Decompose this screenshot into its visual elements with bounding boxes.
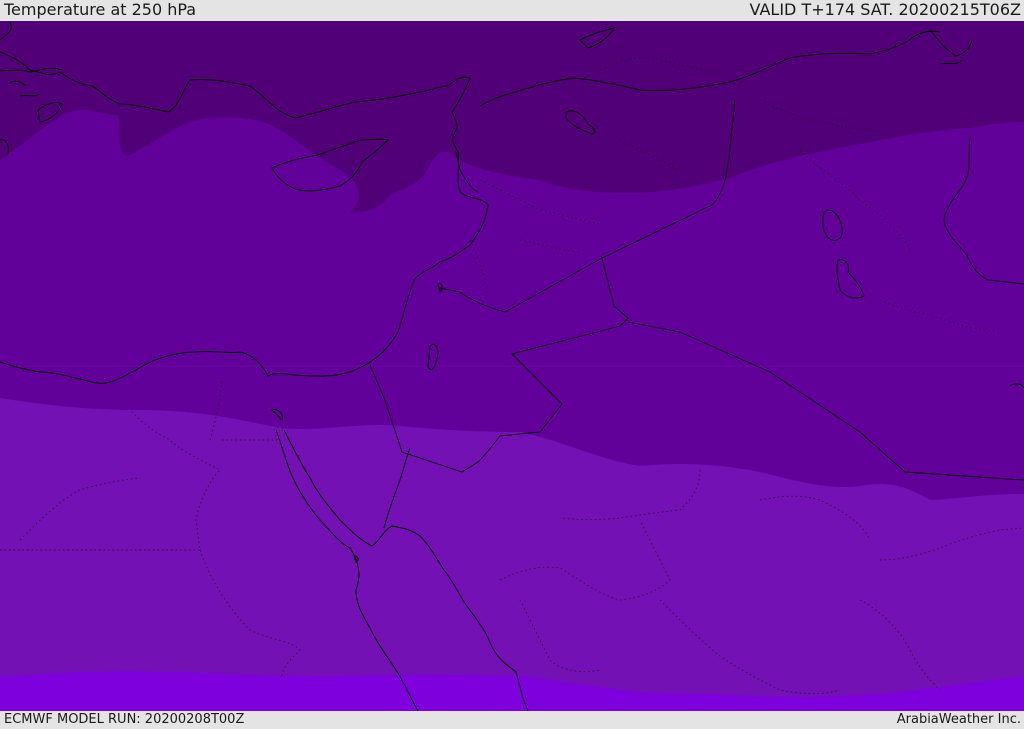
map-header: Temperature at 250 hPa VALID T+174 SAT. … xyxy=(0,0,1024,21)
map-title: Temperature at 250 hPa xyxy=(4,0,197,19)
temperature-map[interactable] xyxy=(0,21,1024,711)
credit: ArabiaWeather Inc. xyxy=(896,712,1021,727)
valid-time: VALID T+174 SAT. 20200215T06Z xyxy=(749,0,1021,19)
map-footer: ECMWF MODEL RUN: 20200208T00Z ArabiaWeat… xyxy=(0,711,1024,729)
model-run: ECMWF MODEL RUN: 20200208T00Z xyxy=(4,712,245,727)
